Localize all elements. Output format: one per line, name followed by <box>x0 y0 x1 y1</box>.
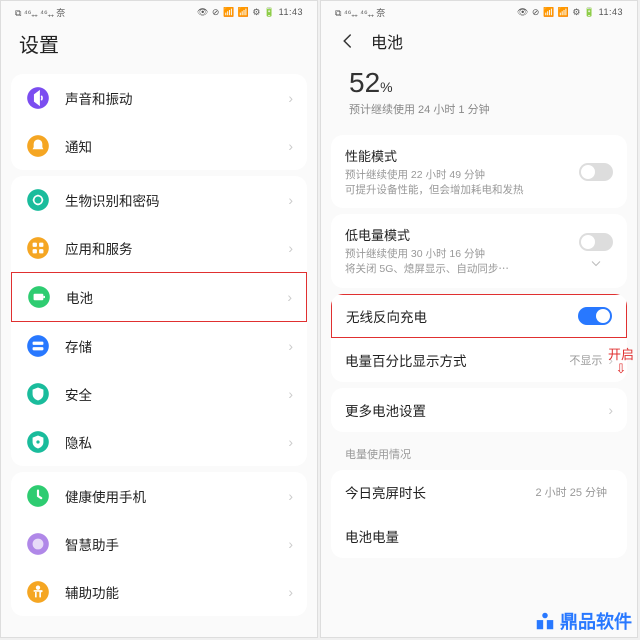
settings-row-7[interactable]: 隐私› <box>11 418 307 466</box>
reverse-toggle[interactable] <box>578 307 612 325</box>
reverse-label: 无线反向充电 <box>346 306 578 326</box>
row-label: 隐私 <box>65 432 288 452</box>
chevron-right-icon: › <box>288 434 293 450</box>
page-title: 电池 <box>371 29 403 53</box>
row-icon <box>25 333 51 359</box>
status-right: 👁 ⊘ 📶 📶 ⚙ 🔋 11:43 <box>197 7 303 18</box>
chevron-down-icon[interactable] <box>590 257 602 269</box>
battery-usage-row[interactable]: 电池电量 <box>331 514 627 558</box>
screen-time-row[interactable]: 今日亮屏时长 2 小时 25 分钟 <box>331 470 627 514</box>
header: 设置 <box>1 23 317 68</box>
low-toggle[interactable] <box>579 233 613 251</box>
battery-percent: 52% <box>321 63 637 99</box>
status-bar: ⧉ ⁴⁶₊₊ ⁴⁶₊₊ 奈 👁 ⊘ 📶 📶 ⚙ 🔋 11:43 <box>321 1 637 23</box>
chevron-right-icon: › <box>288 138 293 154</box>
status-left: ⧉ ⁴⁶₊₊ ⁴⁶₊₊ 奈 <box>335 6 385 19</box>
chevron-right-icon: › <box>288 386 293 402</box>
row-icon <box>25 483 51 509</box>
settings-row-6[interactable]: 安全› <box>11 370 307 418</box>
settings-row-0[interactable]: 声音和振动› <box>11 74 307 122</box>
row-label: 存储 <box>65 336 288 356</box>
watermark: 鼎品软件 <box>534 608 632 634</box>
chevron-right-icon: › <box>288 90 293 106</box>
display-value: 不显示 <box>569 352 602 368</box>
chevron-right-icon: › <box>288 192 293 208</box>
settings-row-9[interactable]: 智慧助手› <box>11 520 307 568</box>
perf-toggle[interactable] <box>579 163 613 181</box>
row-label: 健康使用手机 <box>65 486 288 506</box>
low-title: 低电量模式 <box>345 225 579 244</box>
row-icon <box>25 381 51 407</box>
today-value: 2 小时 25 分钟 <box>535 484 607 500</box>
header: 电池 <box>321 23 637 63</box>
status-left: ⧉ ⁴⁶₊₊ ⁴⁶₊₊ 奈 <box>15 6 65 19</box>
settings-row-2[interactable]: 生物识别和密码› <box>11 176 307 224</box>
low-sub1: 预计继续使用 30 小时 16 分钟 <box>345 247 579 262</box>
row-label: 电池 <box>66 287 287 307</box>
row-icon <box>25 579 51 605</box>
today-label: 今日亮屏时长 <box>345 482 535 502</box>
settings-row-4[interactable]: 电池› <box>11 272 307 322</box>
row-icon <box>25 429 51 455</box>
more-label: 更多电池设置 <box>345 400 608 420</box>
watermark-icon <box>534 610 556 632</box>
row-label: 通知 <box>65 136 288 156</box>
chevron-right-icon: › <box>288 240 293 256</box>
settings-row-5[interactable]: 存储› <box>11 322 307 370</box>
perf-sub2: 可提升设备性能，但会增加耗电和发热 <box>345 183 579 198</box>
back-icon[interactable] <box>339 32 357 50</box>
settings-row-8[interactable]: 健康使用手机› <box>11 472 307 520</box>
low-power-card[interactable]: 低电量模式 预计继续使用 30 小时 16 分钟 将关闭 5G、熄屏显示、自动同… <box>331 214 627 287</box>
usage-section-title: 电量使用情况 <box>321 438 637 464</box>
page-title: 设置 <box>19 29 59 58</box>
row-icon <box>25 133 51 159</box>
performance-mode-card[interactable]: 性能模式 预计继续使用 22 小时 49 分钟 可提升设备性能，但会增加耗电和发… <box>331 135 627 208</box>
chevron-right-icon: › <box>288 536 293 552</box>
row-icon <box>25 187 51 213</box>
row-icon <box>25 235 51 261</box>
reverse-charge-row[interactable]: 无线反向充电 <box>331 294 627 338</box>
status-bar: ⧉ ⁴⁶₊₊ ⁴⁶₊₊ 奈 👁 ⊘ 📶 📶 ⚙ 🔋 11:43 <box>1 1 317 23</box>
usage-label: 电池电量 <box>345 526 613 546</box>
row-label: 智慧助手 <box>65 534 288 554</box>
low-sub2: 将关闭 5G、熄屏显示、自动同步⋯ <box>345 262 579 277</box>
chevron-right-icon: › <box>608 402 613 418</box>
row-icon <box>25 531 51 557</box>
perf-title: 性能模式 <box>345 146 579 165</box>
row-label: 应用和服务 <box>65 238 288 258</box>
annotation-enable: 开启 ⇩ <box>608 348 634 377</box>
perf-sub1: 预计继续使用 22 小时 49 分钟 <box>345 168 579 183</box>
row-label: 声音和振动 <box>65 88 288 108</box>
settings-row-1[interactable]: 通知› <box>11 122 307 170</box>
row-icon <box>26 284 52 310</box>
row-label: 安全 <box>65 384 288 404</box>
row-label: 辅助功能 <box>65 582 288 602</box>
chevron-right-icon: › <box>287 289 292 305</box>
battery-estimate: 预计继续使用 24 小时 1 分钟 <box>321 99 637 129</box>
percent-display-row[interactable]: 电量百分比显示方式 不显示 › <box>331 338 627 382</box>
chevron-right-icon: › <box>288 488 293 504</box>
chevron-right-icon: › <box>288 584 293 600</box>
settings-row-3[interactable]: 应用和服务› <box>11 224 307 272</box>
display-label: 电量百分比显示方式 <box>345 350 569 370</box>
status-right: 👁 ⊘ 📶 📶 ⚙ 🔋 11:43 <box>517 7 623 18</box>
row-icon <box>25 85 51 111</box>
settings-row-10[interactable]: 辅助功能› <box>11 568 307 616</box>
chevron-right-icon: › <box>288 338 293 354</box>
row-label: 生物识别和密码 <box>65 190 288 210</box>
more-settings-row[interactable]: 更多电池设置 › <box>331 388 627 432</box>
